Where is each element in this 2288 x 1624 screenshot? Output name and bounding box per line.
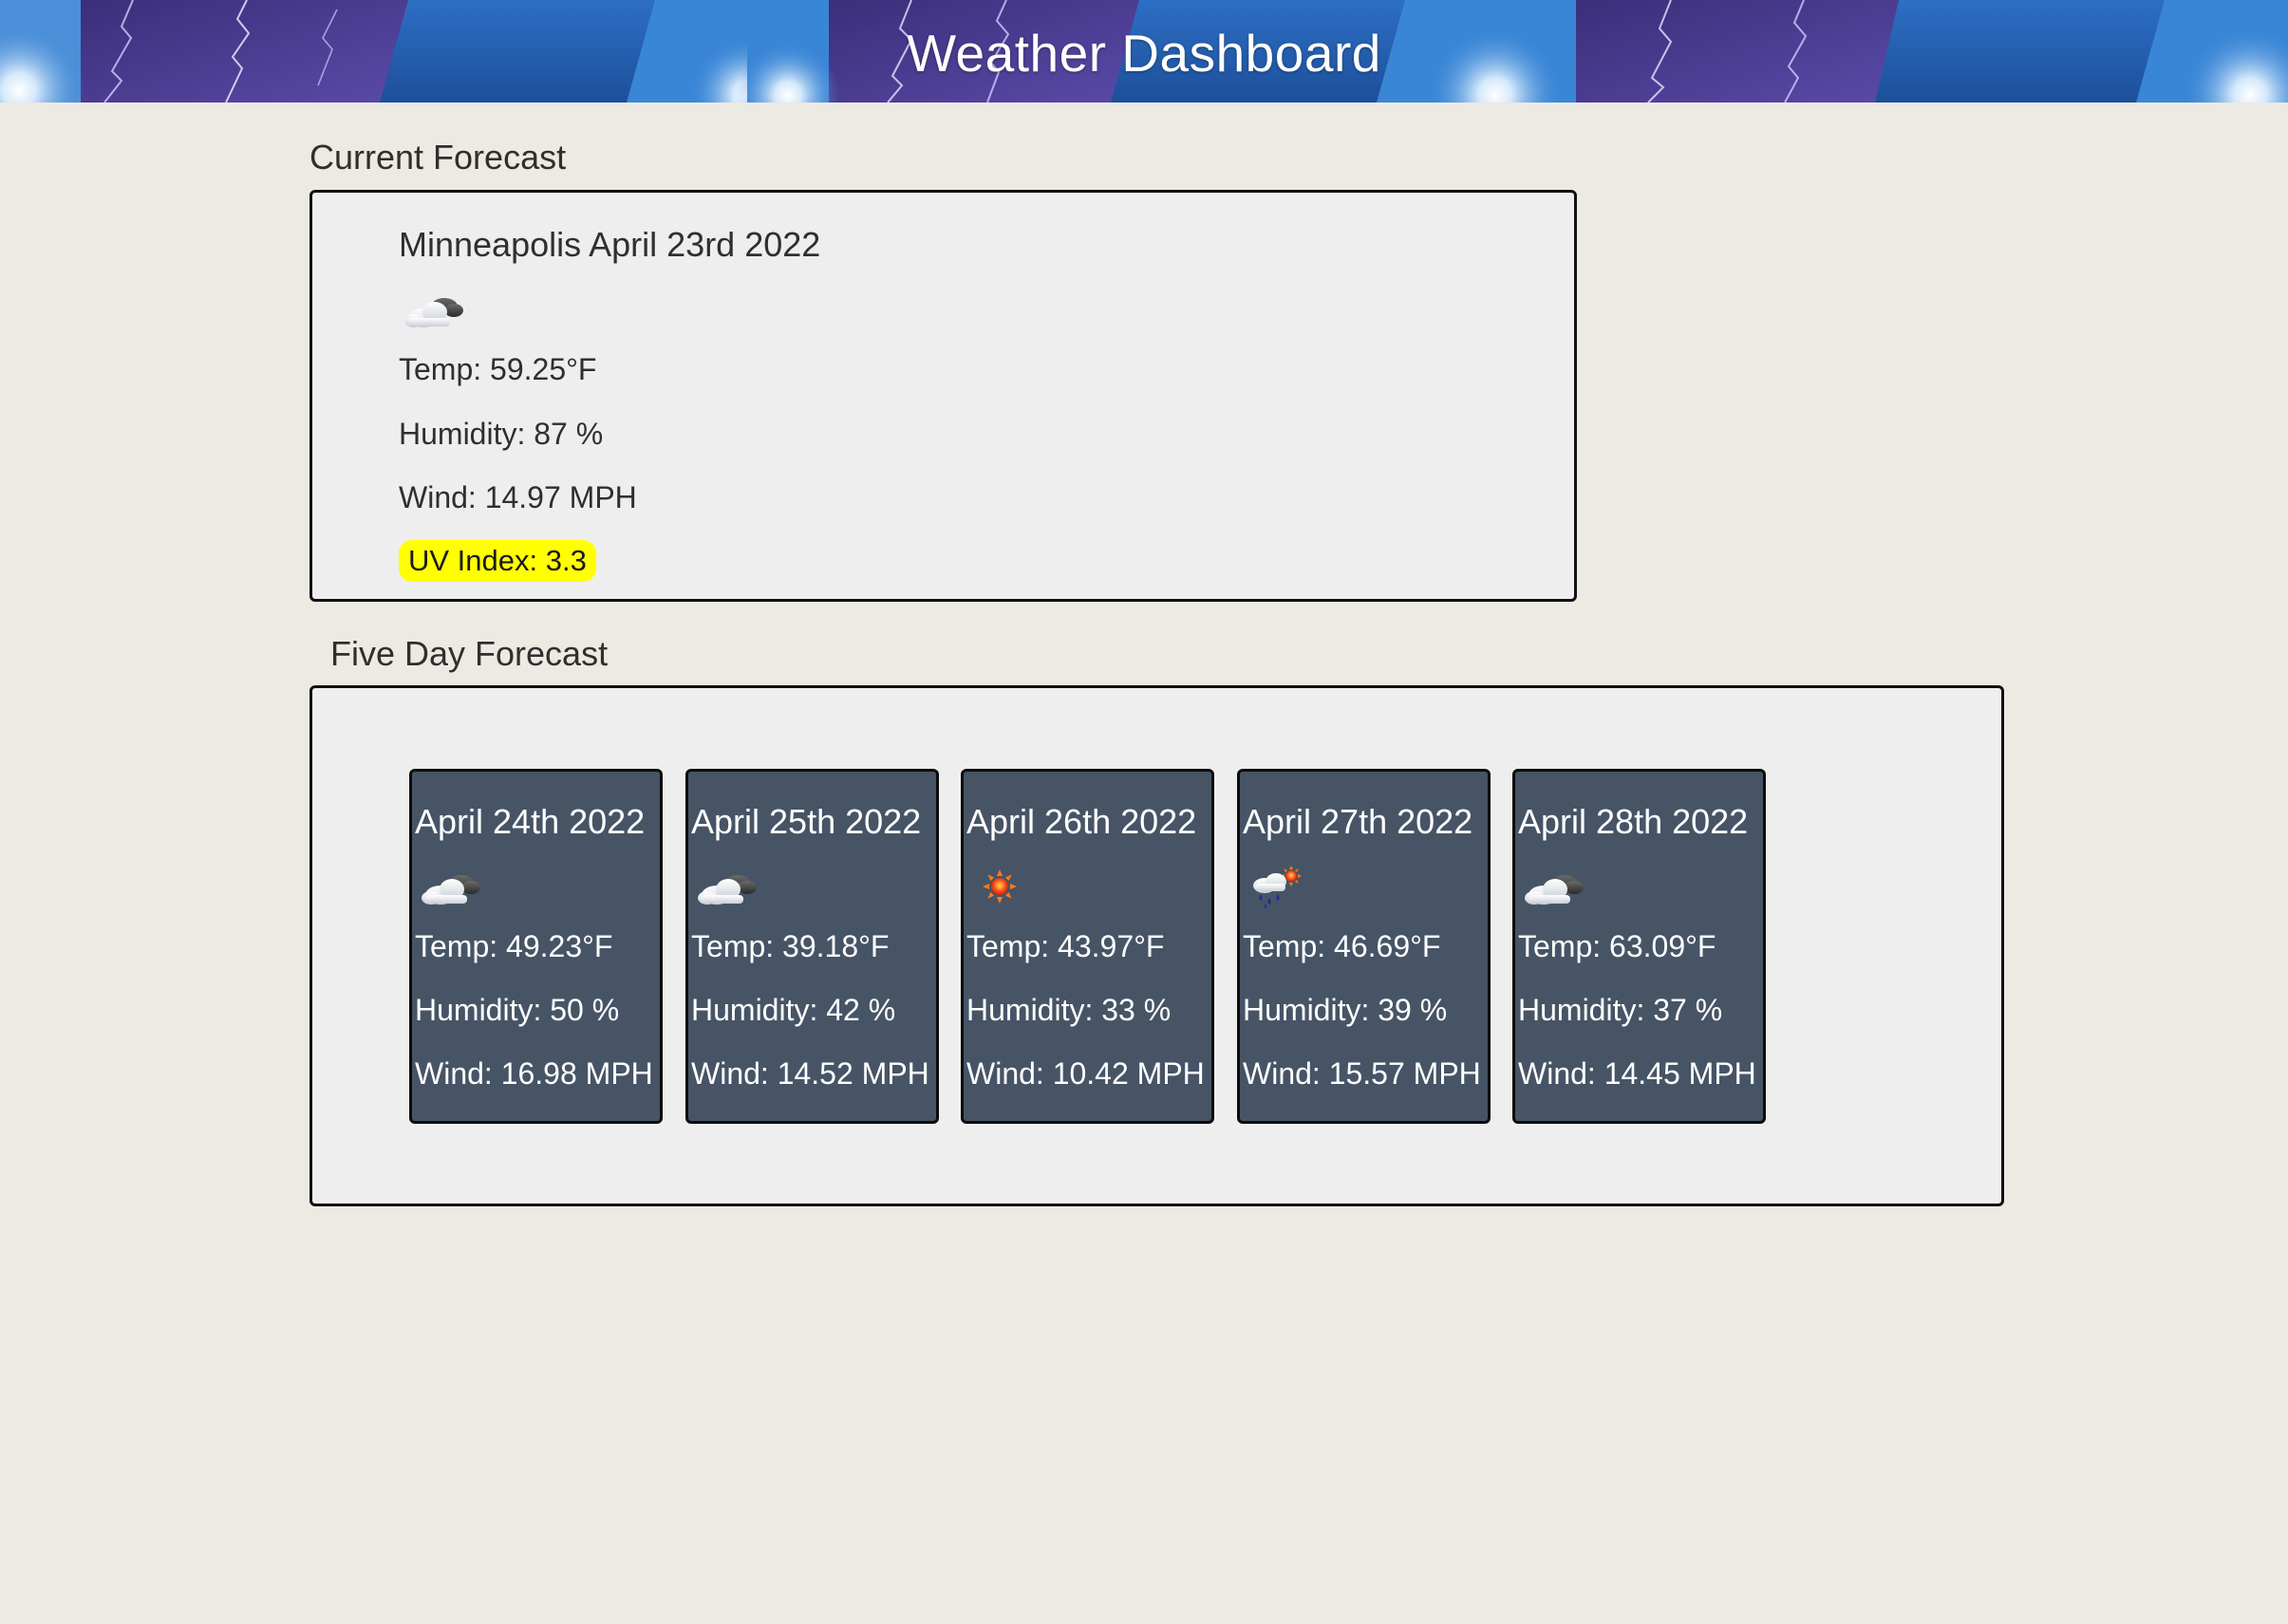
forecast-humidity: Humidity: 39 %	[1243, 993, 1448, 1027]
partly-cloudy-icon	[696, 863, 762, 910]
sun-icon	[971, 863, 1038, 910]
current-temperature: Temp: 59.25°F	[399, 352, 597, 386]
partly-cloudy-icon	[403, 286, 469, 333]
forecast-wind: Wind: 16.98 MPH	[415, 1056, 653, 1091]
forecast-wind: Wind: 14.45 MPH	[1518, 1056, 1756, 1091]
page-title: Weather Dashboard	[907, 24, 1381, 83]
forecast-temperature: Temp: 43.97°F	[966, 929, 1165, 963]
forecast-card-day-1: April 24th 2022 Temp: 49.23°F Humidity: …	[409, 769, 663, 1124]
city-date-title: Minneapolis April 23rd 2022	[399, 225, 821, 264]
five-day-forecast-heading: Five Day Forecast	[330, 634, 609, 673]
forecast-temperature: Temp: 49.23°F	[415, 929, 613, 963]
forecast-card-day-3: April 26th 2022 Temp: 43.97°F Humidity: …	[961, 769, 1214, 1124]
forecast-temperature: Temp: 46.69°F	[1243, 929, 1441, 963]
forecast-humidity: Humidity: 50 %	[415, 993, 620, 1027]
forecast-temperature: Temp: 63.09°F	[1518, 929, 1716, 963]
forecast-date: April 27th 2022	[1243, 802, 1473, 841]
forecast-date: April 25th 2022	[691, 802, 922, 841]
forecast-wind: Wind: 14.52 MPH	[691, 1056, 929, 1091]
current-forecast-heading: Current Forecast	[309, 138, 567, 177]
forecast-card-day-2: April 25th 2022 Temp: 39.18°F Humidity: …	[685, 769, 939, 1124]
forecast-wind: Wind: 15.57 MPH	[1243, 1056, 1481, 1091]
forecast-humidity: Humidity: 33 %	[966, 993, 1172, 1027]
forecast-humidity: Humidity: 42 %	[691, 993, 896, 1027]
uv-index-badge: UV Index: 3.3	[399, 540, 596, 582]
current-wind: Wind: 14.97 MPH	[399, 480, 637, 514]
forecast-date: April 24th 2022	[415, 802, 646, 841]
current-humidity: Humidity: 87 %	[399, 417, 604, 451]
forecast-card-day-5: April 28th 2022 Temp: 63.09°F Humidity: …	[1512, 769, 1766, 1124]
partly-cloudy-icon	[1523, 863, 1589, 910]
forecast-temperature: Temp: 39.18°F	[691, 929, 890, 963]
header-banner: Weather Dashboard	[0, 0, 2288, 103]
forecast-date: April 26th 2022	[966, 802, 1197, 841]
current-forecast-panel: Minneapolis April 23rd 2022 Temp: 59.25°…	[309, 190, 1577, 602]
forecast-date: April 28th 2022	[1518, 802, 1749, 841]
rain-sun-icon	[1247, 863, 1314, 910]
five-day-forecast-panel: April 24th 2022 Temp: 49.23°F Humidity: …	[309, 685, 2004, 1206]
forecast-humidity: Humidity: 37 %	[1518, 993, 1723, 1027]
forecast-card-day-4: April 27th 2022 Temp: 46.69°F Humidity: …	[1237, 769, 1491, 1124]
partly-cloudy-icon	[420, 863, 486, 910]
forecast-wind: Wind: 10.42 MPH	[966, 1056, 1205, 1091]
